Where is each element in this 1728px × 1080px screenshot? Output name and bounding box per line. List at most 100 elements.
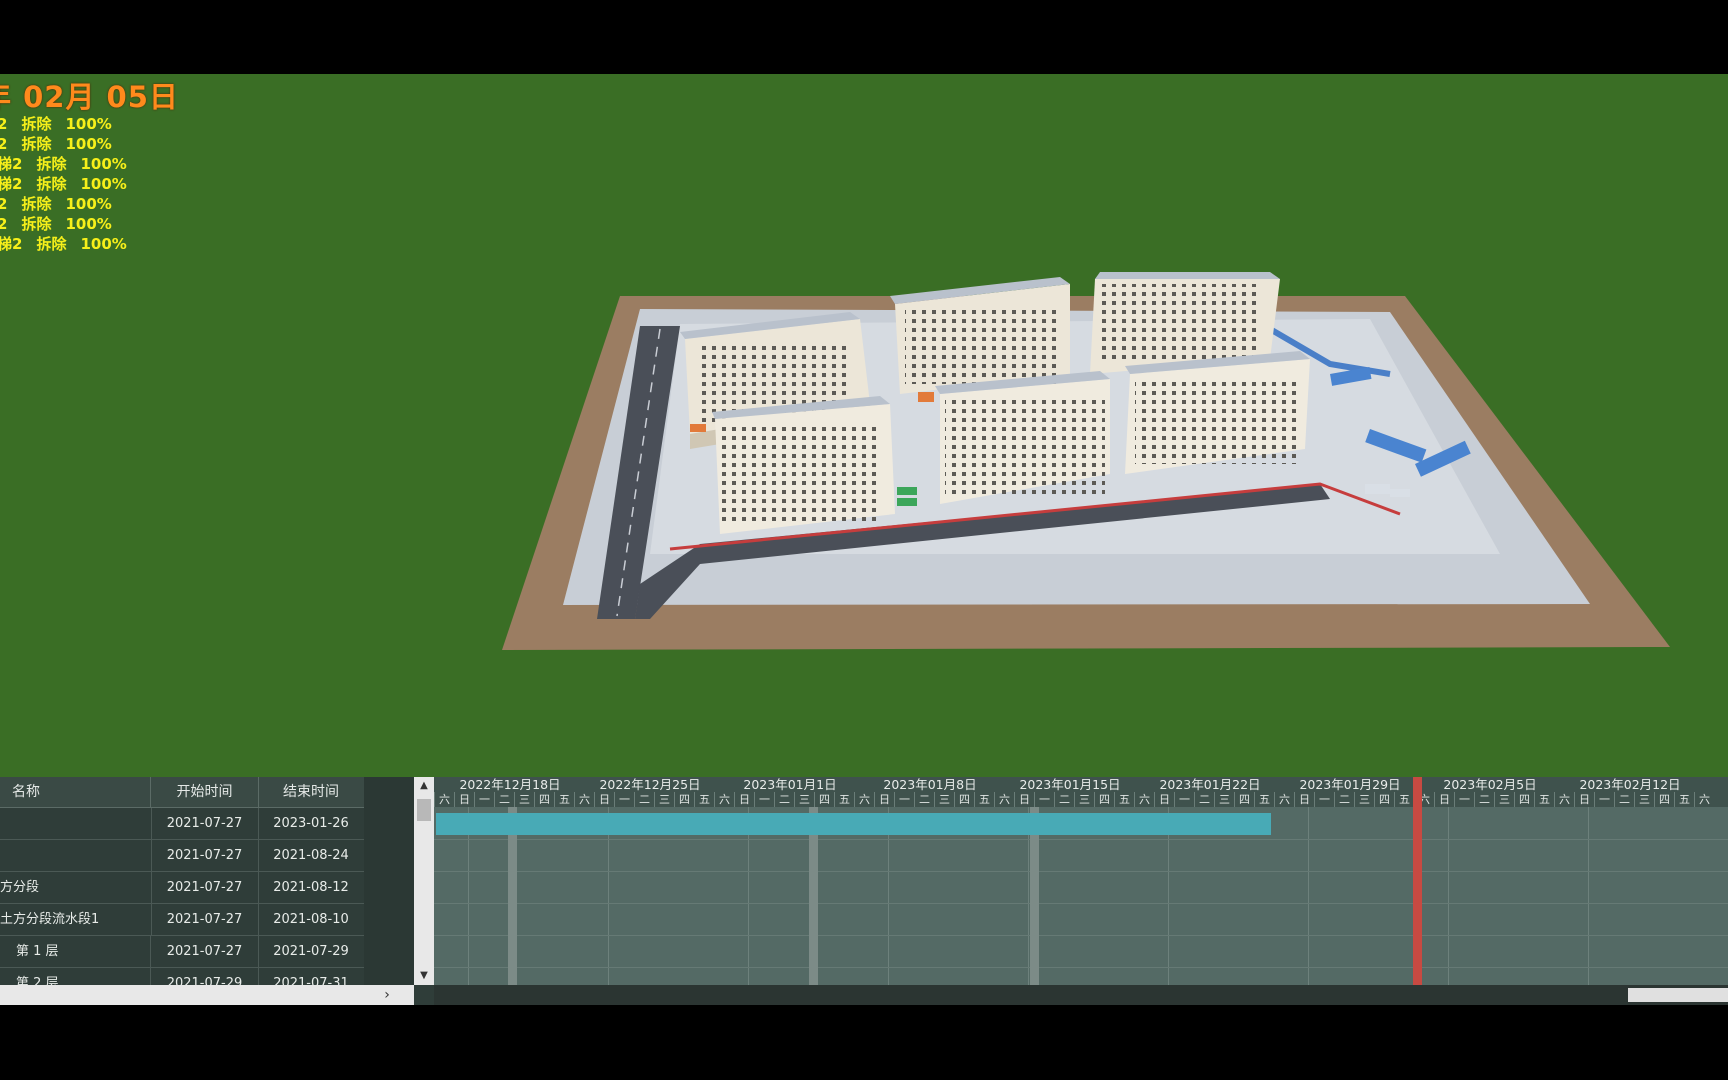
status-line: 段2拆除100%: [0, 195, 112, 213]
scroll-up-icon[interactable]: ▲: [414, 777, 434, 795]
gantt-day-label: 五: [1254, 792, 1274, 807]
column-name[interactable]: 名称: [0, 777, 151, 807]
gantt-current-date-line[interactable]: [1413, 777, 1422, 985]
gantt-day-label: 六: [1134, 792, 1154, 807]
column-start[interactable]: 开始时间: [151, 777, 259, 807]
building-5: [940, 379, 1110, 504]
gantt-day-label: 六: [434, 792, 454, 807]
gantt-day-label: 六: [1554, 792, 1574, 807]
gantt-day-label: 三: [1494, 792, 1514, 807]
gantt-day-label: 一: [894, 792, 914, 807]
gantt-day-label: 一: [1034, 792, 1054, 807]
gantt-timescale: 六 2022年12月18日日一二三四五六 2022年12月25日日一二三四五六 202…: [434, 777, 1728, 807]
gantt-row-line: [434, 967, 1728, 968]
gantt-week-label: 2023年01月15日: [1019, 777, 1121, 792]
table-row[interactable]: 土方分段流水段1 2021-07-27 2021-08-10: [0, 904, 364, 936]
scroll-down-icon[interactable]: ▼: [414, 967, 434, 985]
gantt-day-label: 日: [454, 792, 474, 807]
status-line: 段2拆除100%: [0, 115, 112, 133]
gantt-day-label: 日: [594, 792, 614, 807]
table-row[interactable]: 第 2 层 2021-07-29 2021-07-31: [0, 968, 364, 985]
status-line: 段2拆除100%: [0, 135, 112, 153]
gantt-day-label: 日: [874, 792, 894, 807]
table-row[interactable]: 2021-07-27 2021-08-24: [0, 840, 364, 872]
scroll-right-icon[interactable]: ›: [378, 985, 396, 1005]
scroll-thumb[interactable]: [1628, 988, 1728, 1002]
gantt-day-label: 日: [1014, 792, 1034, 807]
gantt-day-label: 五: [1674, 792, 1694, 807]
gantt-day-label: 一: [1454, 792, 1474, 807]
gantt-day-label: 五: [1114, 792, 1134, 807]
gantt-row-line: [434, 839, 1728, 840]
status-line: 电梯2拆除100%: [0, 235, 127, 253]
gantt-day-label: 二: [634, 792, 654, 807]
gantt-week-label: 2023年02月5日: [1443, 777, 1537, 792]
gantt-day-label: 一: [1594, 792, 1614, 807]
scroll-thumb[interactable]: [417, 799, 431, 821]
gantt-week-label: 2022年12月18日: [459, 777, 561, 792]
gantt-day-label: 六: [714, 792, 734, 807]
gantt-day-label: 三: [514, 792, 534, 807]
gantt-day-label: 四: [1094, 792, 1114, 807]
gantt-day-label: 二: [1614, 792, 1634, 807]
gantt-week-label: 2023年02月12日: [1579, 777, 1681, 792]
gantt-task-bar[interactable]: [436, 813, 1271, 835]
gantt-day-label: 五: [694, 792, 714, 807]
bottom-letterbox: [0, 1005, 1728, 1080]
status-line: 电梯2拆除100%: [0, 155, 127, 173]
gantt-day-label: 二: [1194, 792, 1214, 807]
gantt-row-line: [434, 871, 1728, 872]
gantt-day-label: 六: [994, 792, 1014, 807]
gantt-day-label: 二: [914, 792, 934, 807]
column-end[interactable]: 结束时间: [258, 777, 364, 807]
3d-viewport[interactable]: 年 02月 05日 段2拆除100% 段2拆除100% 电梯2拆除100% 电梯…: [0, 74, 1728, 777]
task-table-header: 名称 开始时间 结束时间: [0, 777, 364, 808]
gantt-day-label: 二: [1474, 792, 1494, 807]
gantt-day-label: 二: [1334, 792, 1354, 807]
gantt-day-label: 四: [1514, 792, 1534, 807]
table-horizontal-scrollbar[interactable]: ›: [0, 985, 414, 1005]
status-line: 电梯2拆除100%: [0, 175, 127, 193]
gantt-day-label: 五: [1534, 792, 1554, 807]
gantt-day-label: 四: [1374, 792, 1394, 807]
table-row[interactable]: 方分段 2021-07-27 2021-08-12: [0, 872, 364, 904]
gantt-day-label: 三: [1354, 792, 1374, 807]
simulation-date: 年 02月 05日: [0, 80, 179, 114]
table-vertical-scrollbar[interactable]: ▲ ▼: [414, 777, 434, 985]
gantt-day-label: 一: [1174, 792, 1194, 807]
gantt-day-label: 二: [774, 792, 794, 807]
gantt-day-label: 四: [954, 792, 974, 807]
building-4: [715, 404, 895, 534]
gantt-day-label: 日: [1154, 792, 1174, 807]
gantt-day-label: 二: [1054, 792, 1074, 807]
gantt-day-label: 六: [854, 792, 874, 807]
gantt-day-label: 三: [1214, 792, 1234, 807]
gantt-horizontal-scrollbar[interactable]: [434, 985, 1728, 1005]
gantt-day-label: 四: [534, 792, 554, 807]
gantt-day-label: 四: [674, 792, 694, 807]
gantt-day-label: 日: [734, 792, 754, 807]
gantt-day-label: 四: [1234, 792, 1254, 807]
gantt-week-label: 2023年01月8日: [883, 777, 977, 792]
gantt-day-label: 五: [834, 792, 854, 807]
gantt-day-label: 五: [974, 792, 994, 807]
gantt-day-label: 四: [1654, 792, 1674, 807]
task-table: 名称 开始时间 结束时间 2021-07-27 2023-01-26 2021-…: [0, 777, 364, 985]
table-filler: [364, 777, 414, 985]
gantt-week-label: 2023年01月29日: [1299, 777, 1401, 792]
gantt-day-label: 三: [1634, 792, 1654, 807]
gantt-chart[interactable]: 六 2022年12月18日日一二三四五六 2022年12月25日日一二三四五六 202…: [434, 777, 1728, 1005]
gantt-day-label: 日: [1574, 792, 1594, 807]
table-row[interactable]: 第 1 层 2021-07-27 2021-07-29: [0, 936, 364, 968]
table-row[interactable]: 2021-07-27 2023-01-26: [0, 808, 364, 840]
status-line: 段2拆除100%: [0, 215, 112, 233]
gantt-day-label: 五: [554, 792, 574, 807]
gantt-day-label: 一: [474, 792, 494, 807]
gantt-gridline: [1308, 807, 1309, 985]
gantt-gridline: [1448, 807, 1449, 985]
gantt-week-label: 2022年12月25日: [599, 777, 701, 792]
gantt-day-label: 三: [654, 792, 674, 807]
schedule-panel: 名称 开始时间 结束时间 2021-07-27 2023-01-26 2021-…: [0, 777, 1728, 1005]
gantt-day-label: 三: [934, 792, 954, 807]
gantt-day-label: 二: [494, 792, 514, 807]
